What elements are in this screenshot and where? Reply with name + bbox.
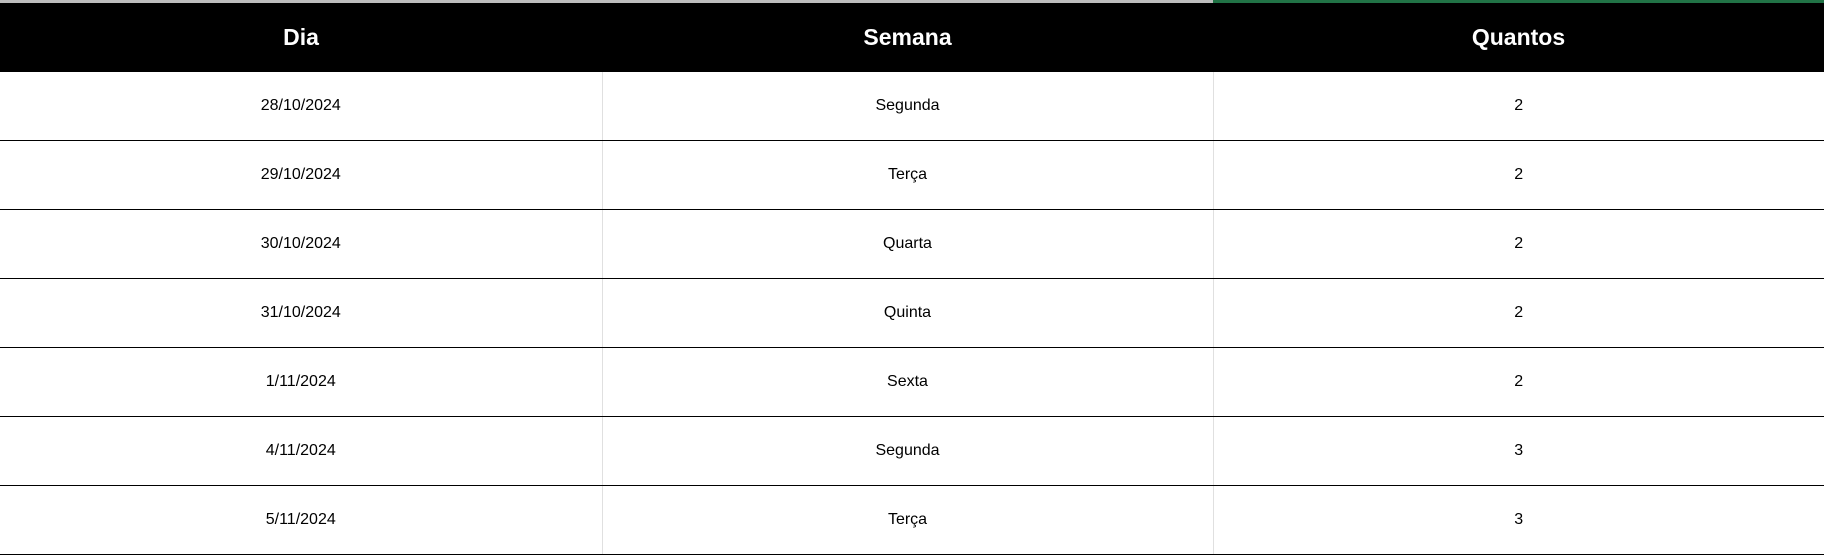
header-row: Dia Semana Quantos (0, 3, 1824, 72)
cell-semana[interactable]: Segunda (601, 72, 1213, 141)
cell-quantos[interactable]: 2 (1212, 347, 1824, 417)
table-row: 1/11/2024 Sexta 2 (0, 347, 1824, 417)
cell-semana[interactable]: Segunda (601, 416, 1213, 486)
header-semana[interactable]: Semana (602, 3, 1213, 72)
cell-dia[interactable]: 31/10/2024 (0, 278, 602, 348)
cell-semana[interactable]: Quinta (601, 278, 1213, 348)
cell-dia[interactable]: 28/10/2024 (0, 72, 602, 141)
cell-quantos[interactable]: 2 (1212, 72, 1824, 141)
cell-quantos[interactable]: 3 (1212, 485, 1824, 555)
cell-quantos[interactable]: 3 (1212, 416, 1824, 486)
cell-dia[interactable]: 1/11/2024 (0, 347, 602, 417)
table-row: 30/10/2024 Quarta 2 (0, 209, 1824, 279)
table-row: 4/11/2024 Segunda 3 (0, 416, 1824, 486)
table-row: 5/11/2024 Terça 3 (0, 485, 1824, 555)
cell-quantos[interactable]: 2 (1212, 278, 1824, 348)
cell-semana[interactable]: Terça (601, 140, 1213, 210)
header-quantos[interactable]: Quantos (1213, 3, 1824, 72)
cell-dia[interactable]: 5/11/2024 (0, 485, 602, 555)
table-row: 31/10/2024 Quinta 2 (0, 278, 1824, 348)
table-row: 29/10/2024 Terça 2 (0, 140, 1824, 210)
header-dia[interactable]: Dia (0, 3, 602, 72)
cell-semana[interactable]: Terça (601, 485, 1213, 555)
data-table: Dia Semana Quantos 28/10/2024 Segunda 2 29/… (0, 3, 1824, 555)
cell-quantos[interactable]: 2 (1212, 209, 1824, 279)
cell-quantos[interactable]: 2 (1212, 140, 1824, 210)
cell-dia[interactable]: 29/10/2024 (0, 140, 602, 210)
cell-semana[interactable]: Sexta (601, 347, 1213, 417)
cell-dia[interactable]: 30/10/2024 (0, 209, 602, 279)
cell-semana[interactable]: Quarta (601, 209, 1213, 279)
table-row: 28/10/2024 Segunda 2 (0, 72, 1824, 141)
cell-dia[interactable]: 4/11/2024 (0, 416, 602, 486)
